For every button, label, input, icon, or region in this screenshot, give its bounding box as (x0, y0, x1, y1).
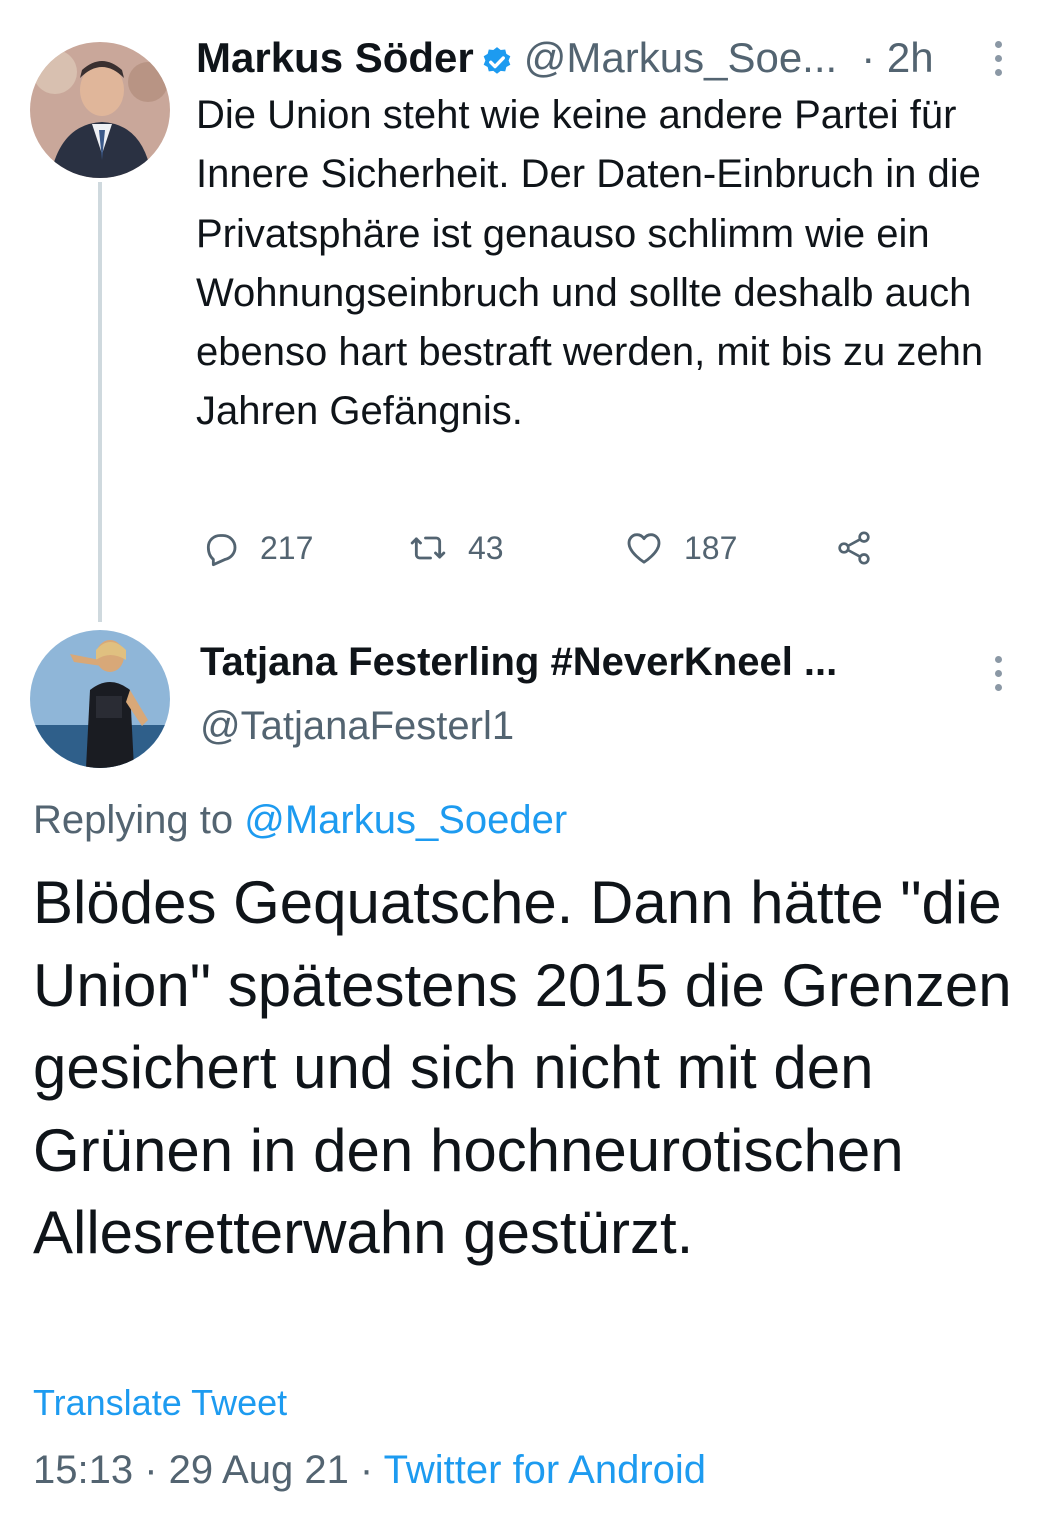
replying-to-line: Replying to @Markus_Soeder (33, 798, 567, 843)
tweet2-metadata: 15:13 · 29 Aug 21 · Twitter for Android (33, 1448, 706, 1493)
tweet2-text: Blödes Gequatsche. Dann hätte "die Union… (33, 869, 1012, 1266)
tweet2-handle[interactable]: @TatjanaFesterl1 (200, 704, 514, 749)
avatar-image (30, 42, 170, 178)
avatar-markus-soeder[interactable] (30, 42, 170, 178)
translate-tweet-link[interactable]: Translate Tweet (33, 1382, 287, 1424)
replying-to-label: Replying to (33, 798, 234, 842)
like-icon (627, 533, 661, 564)
tweet1-text: Die Union steht wie keine andere Partei … (196, 93, 984, 434)
tweet1-time[interactable]: · 2h (861, 34, 933, 82)
like-count: 187 (684, 529, 738, 566)
avatar-image (30, 630, 170, 768)
retweet-icon (410, 536, 446, 560)
thread-connector-line (98, 182, 102, 622)
tweet1-handle[interactable]: @Markus_Soe... (524, 34, 837, 82)
tweet1-action-bar: 217 43 187 (196, 520, 896, 576)
tweet2-timestamp[interactable]: 15:13 · 29 Aug 21 · (33, 1448, 384, 1492)
share-button[interactable] (834, 520, 894, 576)
reply-count: 217 (260, 529, 314, 566)
tweet2-author-name[interactable]: Tatjana Festerling #NeverKneel ... (200, 640, 837, 685)
tweet2-source[interactable]: Twitter for Android (384, 1448, 706, 1492)
tweet1-header: Markus Söder @Markus_Soe... · 2h (196, 28, 934, 88)
more-options-icon[interactable] (993, 41, 1003, 76)
reply-icon (206, 534, 237, 567)
more-options-icon[interactable] (993, 656, 1003, 691)
reply-button[interactable]: 217 (200, 520, 313, 576)
replying-to-mention[interactable]: @Markus_Soeder (244, 798, 567, 842)
avatar-tatjana-festerling[interactable] (30, 630, 170, 768)
tweet1-author-name[interactable]: Markus Söder (196, 34, 474, 82)
verified-badge-icon (480, 41, 514, 75)
retweet-button[interactable]: 43 (408, 520, 504, 576)
retweet-count: 43 (468, 529, 504, 566)
share-icon (838, 531, 870, 565)
like-button[interactable]: 187 (624, 520, 737, 576)
